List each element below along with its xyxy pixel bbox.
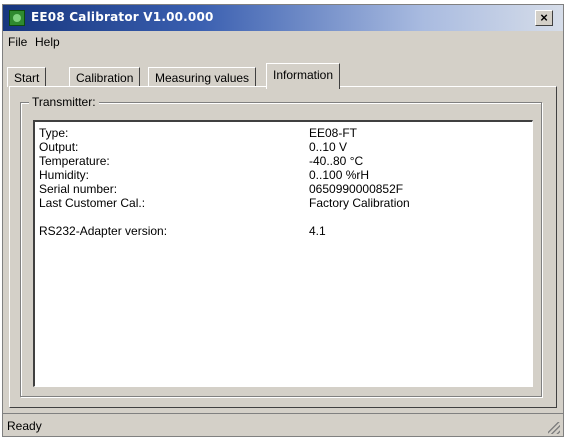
info-row-type: Type: EE08-FT <box>35 126 532 140</box>
menu-help[interactable]: Help <box>35 35 60 49</box>
info-value: Factory Calibration <box>309 196 410 210</box>
tab-strip: Start Calibration Measuring values Infor… <box>3 57 563 89</box>
info-value: -40..80 °C <box>309 154 364 168</box>
transmitter-info-box: Type: EE08-FT Output: 0..10 V Temperatur… <box>33 120 533 387</box>
info-value: 0650990000852F <box>309 182 404 196</box>
window-title: EE08 Calibrator V1.00.000 <box>31 10 214 24</box>
info-row-temperature: Temperature: -40..80 °C <box>35 154 532 168</box>
tab-calibration[interactable]: Calibration <box>69 67 141 87</box>
info-row-humidity: Humidity: 0..100 %rH <box>35 168 532 182</box>
info-row-rs232-adapter-version: RS232-Adapter version: 4.1 <box>35 224 532 238</box>
info-value: 0..10 V <box>309 140 348 154</box>
info-label: Last Customer Cal.: <box>39 196 146 210</box>
info-value: 0..100 %rH <box>309 168 370 182</box>
info-row-last-customer-cal: Last Customer Cal.: Factory Calibration <box>35 196 532 210</box>
menu-bar: File Help <box>3 32 563 52</box>
info-value: 4.1 <box>309 224 326 238</box>
close-button[interactable]: × <box>535 10 553 26</box>
app-icon-dot <box>13 14 21 22</box>
tab-information[interactable]: Information <box>266 63 341 89</box>
info-label: Serial number: <box>39 182 118 196</box>
info-row-output: Output: 0..10 V <box>35 140 532 154</box>
information-panel: Transmitter: Type: EE08-FT Output: 0..10… <box>9 86 557 408</box>
info-label: Temperature: <box>39 154 110 168</box>
close-icon: × <box>540 10 548 25</box>
info-label: RS232-Adapter version: <box>39 224 168 238</box>
info-label: Type: <box>39 126 69 140</box>
calibrator-app-icon[interactable] <box>9 10 25 26</box>
info-row-serial-number: Serial number: 0650990000852F <box>35 182 532 196</box>
title-bar[interactable]: EE08 Calibrator V1.00.000 × <box>3 5 563 31</box>
menu-file[interactable]: File <box>8 35 27 49</box>
transmitter-group: Transmitter: Type: EE08-FT Output: 0..10… <box>20 95 542 397</box>
transmitter-group-label: Transmitter: <box>29 95 99 109</box>
info-label: Output: <box>39 140 79 154</box>
tab-measuring-values[interactable]: Measuring values <box>148 67 257 87</box>
status-bar: Ready <box>3 413 563 436</box>
tab-start[interactable]: Start <box>7 67 47 87</box>
status-text: Ready <box>7 419 42 433</box>
info-label: Humidity: <box>39 168 90 182</box>
resize-grip-icon[interactable] <box>548 422 560 434</box>
info-value: EE08-FT <box>309 126 358 140</box>
app-window: EE08 Calibrator V1.00.000 × File Help St… <box>2 4 564 437</box>
